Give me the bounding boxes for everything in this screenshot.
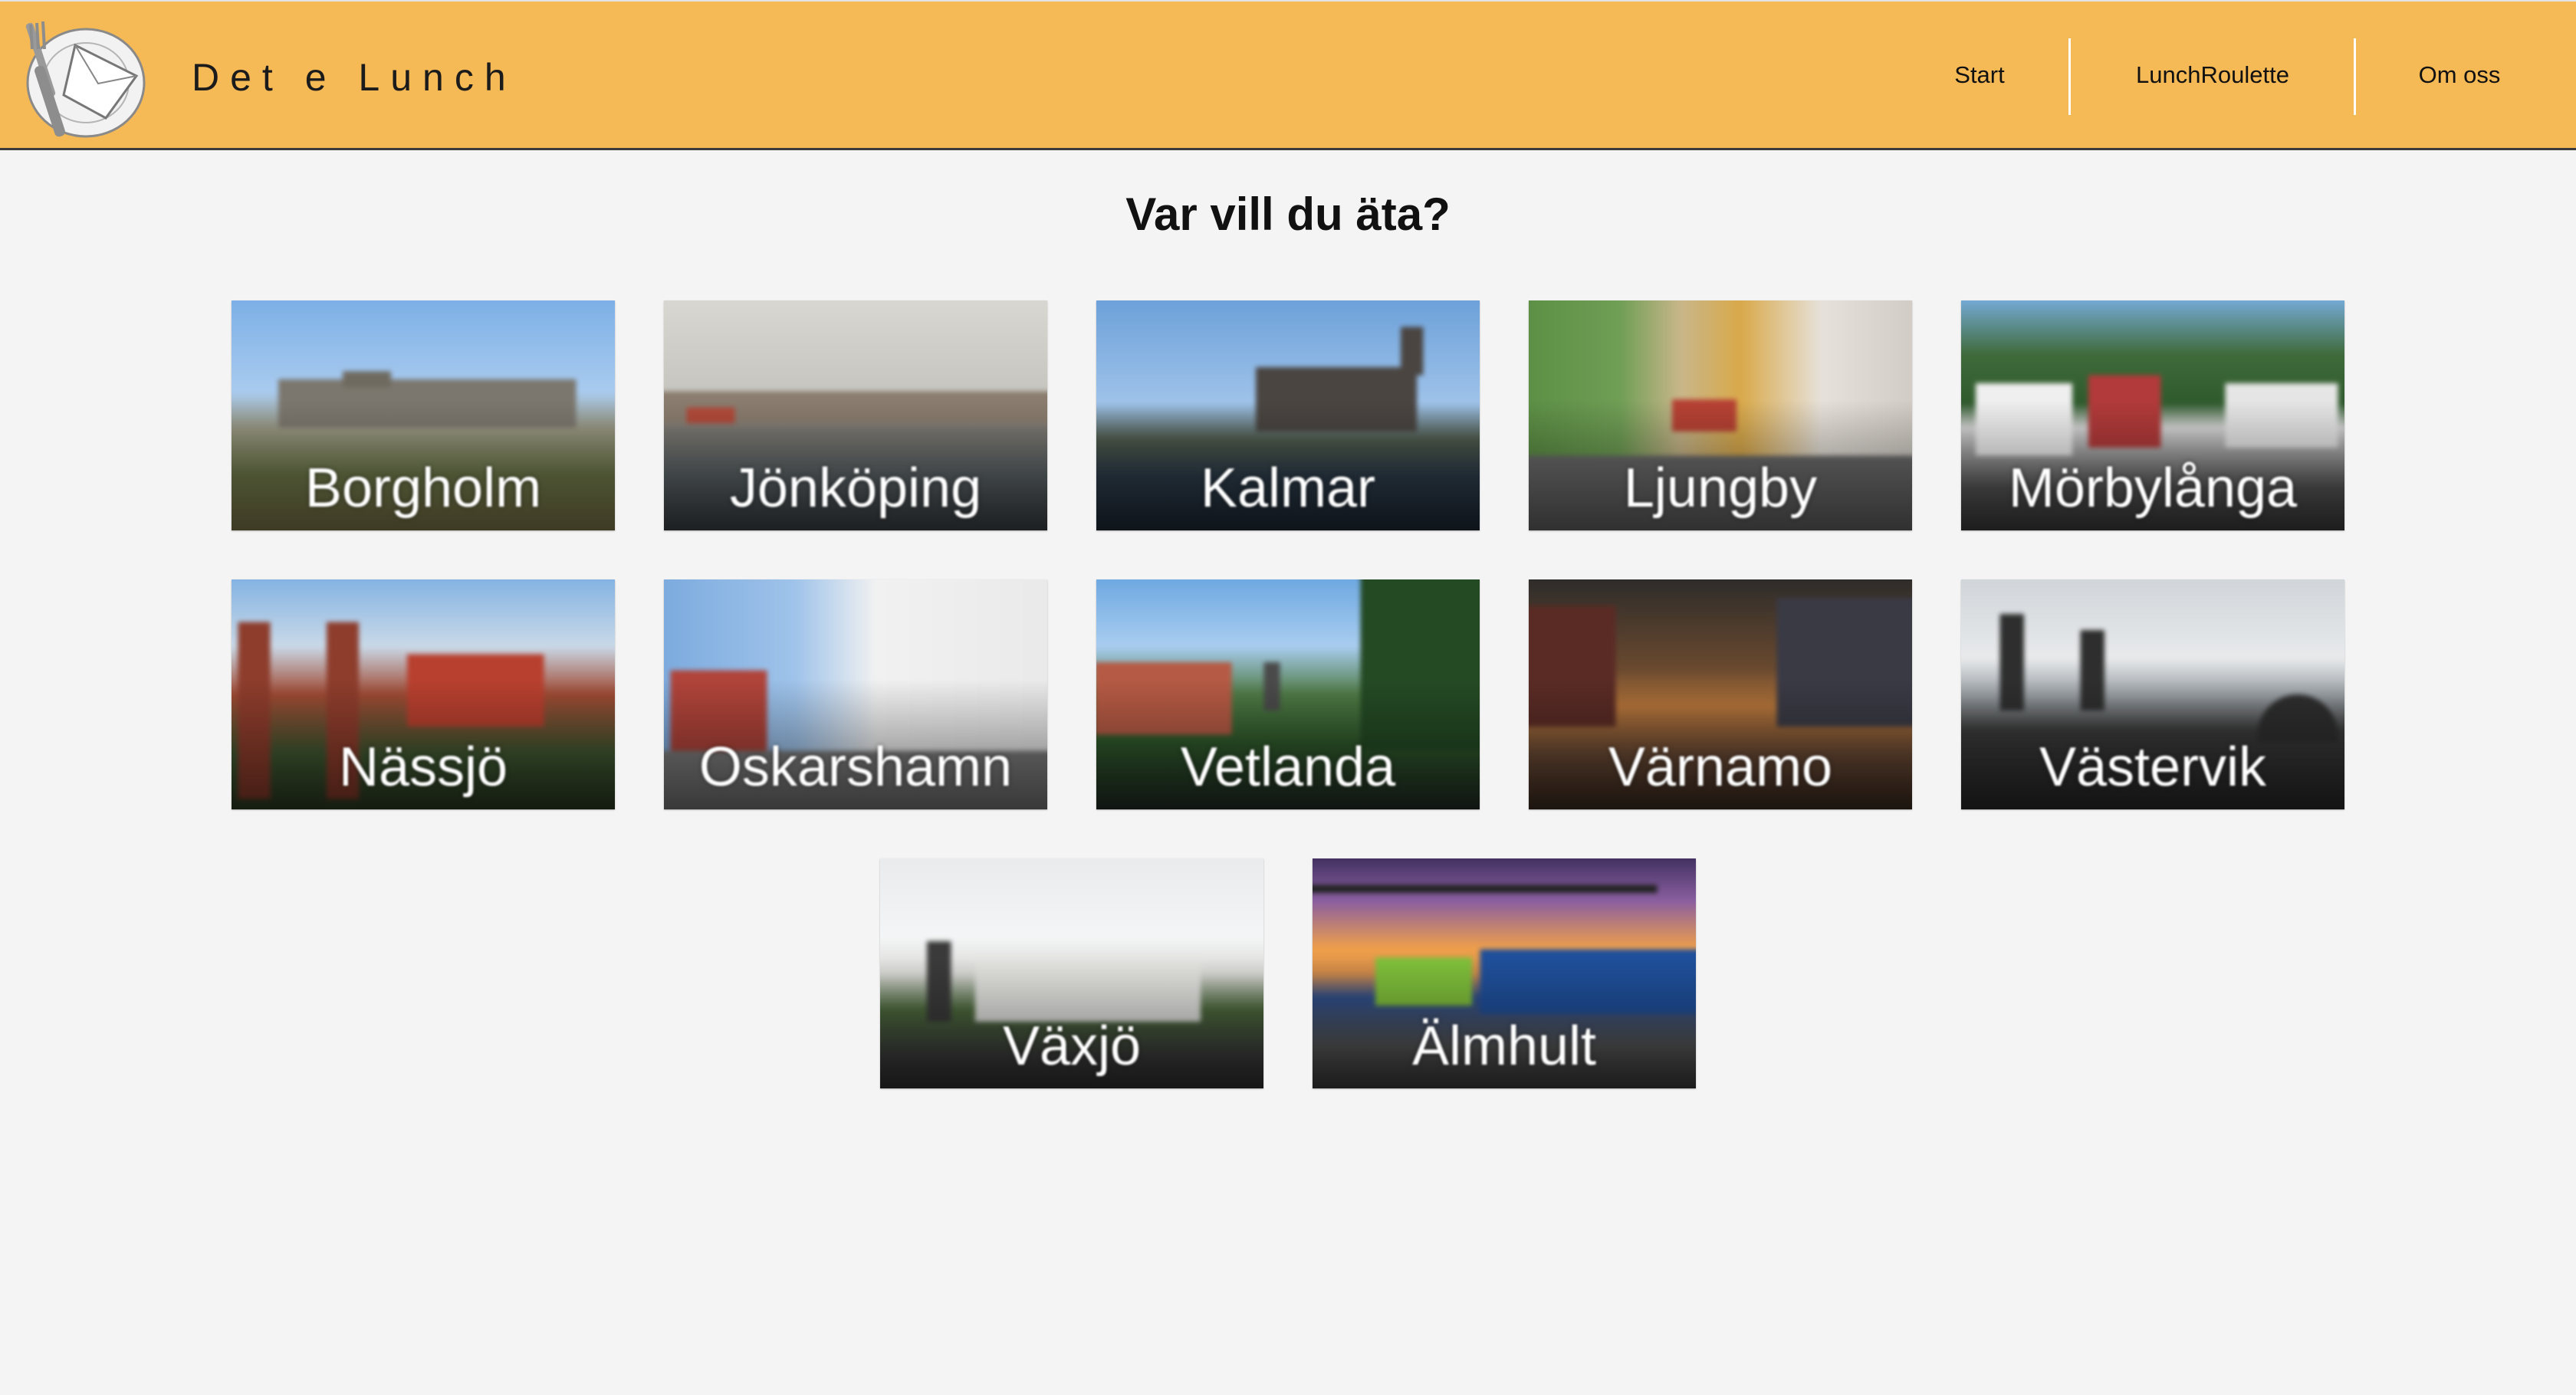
- brand-title[interactable]: Det e Lunch: [192, 55, 517, 100]
- city-name: Älmhult: [1411, 1016, 1597, 1077]
- city-name: Vetlanda: [1180, 737, 1396, 798]
- city-name: Växjö: [1002, 1016, 1142, 1077]
- city-name: Kalmar: [1200, 458, 1376, 519]
- city-name: Värnamo: [1608, 737, 1833, 798]
- city-card-almhult[interactable]: Älmhult: [1313, 858, 1696, 1088]
- nav-divider: [2068, 38, 2071, 115]
- city-card-nassjo[interactable]: Nässjö: [232, 579, 615, 809]
- city-card-morbylanga[interactable]: Mörbylånga: [1961, 300, 2344, 530]
- city-card-ljungby[interactable]: Ljungby: [1529, 300, 1912, 530]
- city-card-vastervik[interactable]: Västervik: [1961, 579, 2344, 809]
- city-name: Nässjö: [338, 737, 508, 798]
- city-name: Borgholm: [304, 458, 542, 519]
- city-name: Ljungby: [1623, 458, 1818, 519]
- nav-start[interactable]: Start: [1954, 61, 2004, 89]
- nav-divider: [2354, 38, 2356, 115]
- city-card-varnamo[interactable]: Värnamo: [1529, 579, 1912, 809]
- city-card-kalmar[interactable]: Kalmar: [1096, 300, 1480, 530]
- city-name: Jönköping: [729, 458, 982, 519]
- nav-om-oss[interactable]: Om oss: [2419, 61, 2501, 89]
- city-name: Mörbylånga: [2008, 458, 2298, 519]
- city-card-jonkoping[interactable]: Jönköping: [664, 300, 1047, 530]
- city-card-oskarshamn[interactable]: Oskarshamn: [664, 579, 1047, 809]
- top-navigation-bar: Det e Lunch Start LunchRoulette Om oss: [0, 0, 2576, 150]
- city-card-vaxjo[interactable]: Växjö: [880, 858, 1263, 1088]
- city-name: Västervik: [2039, 737, 2267, 798]
- city-card-borgholm[interactable]: Borgholm: [232, 300, 615, 530]
- plate-fork-knife-icon[interactable]: [21, 18, 150, 140]
- city-name: Oskarshamn: [698, 737, 1013, 798]
- nav-lunchroulette[interactable]: LunchRoulette: [2136, 61, 2289, 89]
- city-card-vetlanda[interactable]: Vetlanda: [1096, 579, 1480, 809]
- page-heading: Var vill du äta?: [1125, 189, 1451, 240]
